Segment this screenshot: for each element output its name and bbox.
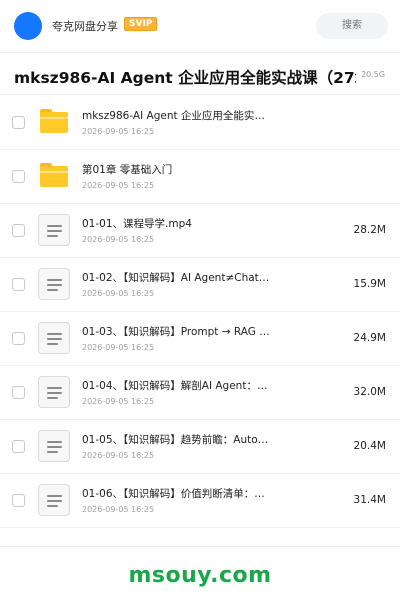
item-date: 2026-09-05 16:25 — [82, 289, 155, 298]
select-checkbox[interactable] — [12, 224, 25, 237]
item-size: 28.2M — [353, 224, 386, 236]
select-checkbox[interactable] — [12, 170, 25, 183]
header-divider — [0, 52, 400, 53]
share-owner-name: 夸克网盘分享 — [52, 20, 118, 33]
item-name: 01-04、【知识解码】解剖AI Agent：深入… — [82, 380, 274, 392]
select-checkbox[interactable] — [12, 278, 25, 291]
item-size: 20.4M — [353, 440, 386, 452]
list-item[interactable]: mksz986-AI Agent 企业应用全能实战… 2026-09-05 16… — [0, 96, 400, 150]
list-item[interactable]: 第01章 零基础入门 2026-09-05 16:25 — [0, 150, 400, 204]
list-item[interactable]: 01-04、【知识解码】解剖AI Agent：深入… 2026-09-05 16… — [0, 366, 400, 420]
document-icon — [38, 268, 70, 300]
share-total-size: · 20.5G — [356, 70, 386, 79]
item-name: 01-02、【知识解码】AI Agent≠Chat… — [82, 272, 270, 284]
item-date: 2026-09-05 16:25 — [82, 451, 155, 460]
item-date: 2026-09-05 16:25 — [82, 505, 155, 514]
svip-badge: SVIP — [124, 17, 158, 31]
item-date: 2026-09-05 16:25 — [82, 127, 155, 136]
item-name: 第01章 零基础入门 — [82, 164, 173, 176]
item-name: 01-03、【知识解码】Prompt → RAG … — [82, 326, 270, 338]
list-item[interactable]: 01-02、【知识解码】AI Agent≠Chat… 2026-09-05 16… — [0, 258, 400, 312]
document-icon — [38, 214, 70, 246]
document-icon — [38, 430, 70, 462]
item-date: 2026-09-05 16:25 — [82, 181, 155, 190]
item-name: 01-01、课程导学.mp4 — [82, 218, 192, 230]
avatar[interactable] — [14, 12, 42, 40]
list-item[interactable]: 01-05、【知识解码】趋势前瞻：AutoGPT … 2026-09-05 16… — [0, 420, 400, 474]
document-icon — [38, 376, 70, 408]
document-icon — [38, 484, 70, 516]
item-date: 2026-09-05 16:25 — [82, 397, 155, 406]
folder-icon — [40, 163, 68, 187]
search-input[interactable] — [316, 13, 388, 39]
item-date: 2026-09-05 16:25 — [82, 343, 155, 352]
list-item[interactable]: 01-01、课程导学.mp4 2026-09-05 16:25 28.2M — [0, 204, 400, 258]
item-size: 32.0M — [353, 386, 386, 398]
item-date: 2026-09-05 16:25 — [82, 235, 155, 244]
item-name: 01-06、【知识解码】价值判断清单：何时上 Ag… — [82, 488, 274, 500]
item-name: mksz986-AI Agent 企业应用全能实战… — [82, 110, 274, 122]
document-icon — [38, 322, 70, 354]
item-size: 31.4M — [353, 494, 386, 506]
select-checkbox[interactable] — [12, 332, 25, 345]
list-item[interactable]: 01-06、【知识解码】价值判断清单：何时上 Ag… 2026-09-05 16… — [0, 474, 400, 528]
item-size: 15.9M — [353, 278, 386, 290]
folder-icon — [40, 109, 68, 133]
page-title: mksz986-AI Agent 企业应用全能实战课（27章全） — [14, 69, 356, 87]
list-item[interactable]: 01-03、【知识解码】Prompt → RAG … 2026-09-05 16… — [0, 312, 400, 366]
select-checkbox[interactable] — [12, 386, 25, 399]
select-checkbox[interactable] — [12, 440, 25, 453]
row-divider — [0, 527, 400, 528]
site-watermark: msouy.com — [128, 563, 272, 588]
item-size: 24.9M — [353, 332, 386, 344]
item-name: 01-05、【知识解码】趋势前瞻：AutoGPT … — [82, 434, 274, 446]
list-bottom-divider — [0, 546, 400, 547]
share-header: 夸克网盘分享 SVIP — [0, 0, 400, 52]
title-divider — [0, 94, 400, 95]
select-checkbox[interactable] — [12, 494, 25, 507]
select-checkbox[interactable] — [12, 116, 25, 129]
